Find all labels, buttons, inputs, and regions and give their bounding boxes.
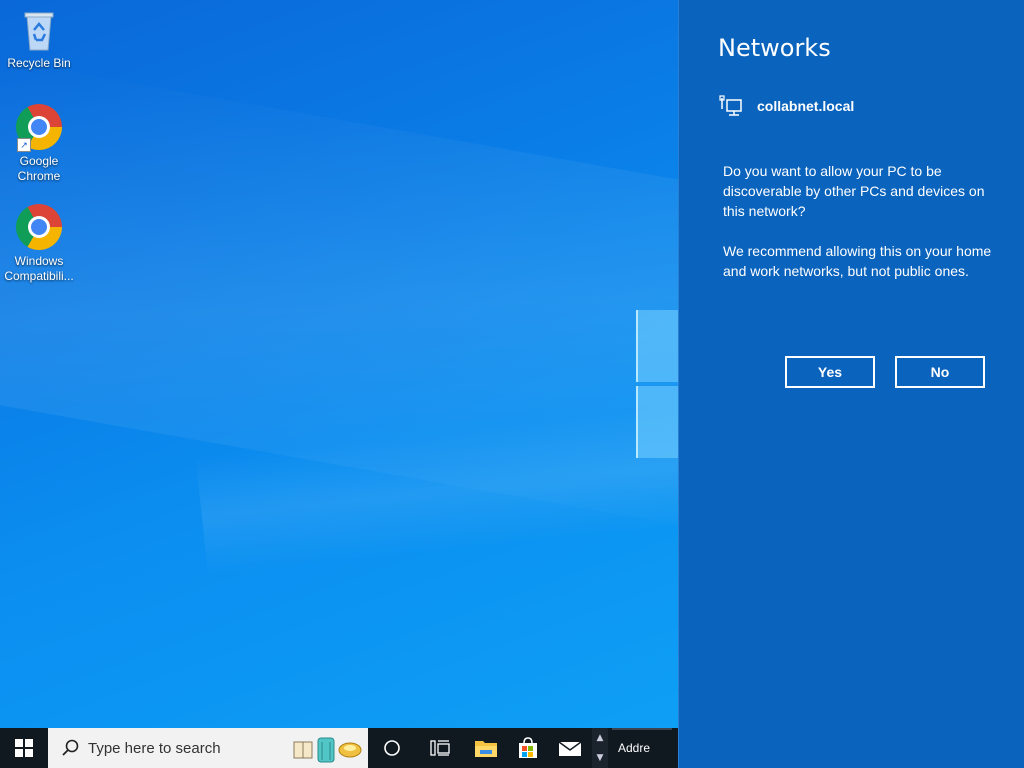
mail-button[interactable] (546, 728, 594, 768)
search-box[interactable]: Type here to search (48, 728, 368, 768)
panel-title: Networks (718, 34, 831, 62)
file-explorer-button[interactable] (462, 728, 510, 768)
task-view-icon (430, 740, 450, 756)
desktop-wallpaper[interactable]: Recycle Bin ↗ Google Chrome Windows Comp… (0, 0, 678, 728)
chrome-icon (15, 204, 63, 252)
desktop-icon-label: Recycle Bin (7, 56, 71, 70)
desktop-icon-label: Compatibili... (4, 269, 74, 283)
search-placeholder: Type here to search (88, 739, 221, 757)
networks-panel: Networks collabnet.local Do you want to … (678, 0, 1024, 768)
cortana-button[interactable] (368, 728, 416, 768)
screen: Recycle Bin ↗ Google Chrome Windows Comp… (0, 0, 1024, 768)
windows-logo-icon (15, 739, 33, 757)
chevron-up-icon[interactable]: ▲ (592, 728, 608, 748)
discoverable-question: Do you want to allow your PC to be disco… (723, 163, 985, 219)
search-icon (62, 739, 79, 756)
address-label: Addre (618, 741, 651, 755)
wired-network-icon (719, 95, 742, 116)
no-button[interactable]: No (895, 356, 985, 388)
shortcut-arrow-icon: ↗ (17, 138, 31, 152)
chevron-down-icon[interactable]: ▼ (592, 748, 608, 768)
file-explorer-icon (475, 741, 497, 757)
desktop-icon-label: Windows (14, 254, 64, 268)
mail-icon (558, 741, 582, 756)
recycle-bin-icon (15, 6, 63, 54)
desktop-icon-windows-compatibility[interactable]: Windows Compatibili... (0, 204, 78, 284)
search-highlight-icon[interactable] (292, 732, 364, 764)
address-toolbar[interactable]: Addre (612, 728, 678, 768)
desktop-icon-recycle-bin[interactable]: Recycle Bin (0, 6, 78, 71)
chrome-icon: ↗ (15, 104, 63, 152)
wallpaper-logo-pane (636, 310, 678, 382)
desktop-icon-google-chrome[interactable]: ↗ Google Chrome (0, 104, 78, 184)
network-item: collabnet.local (719, 94, 854, 118)
toolbar-scroll-chevrons[interactable]: ▲ ▼ (592, 728, 608, 768)
network-name: collabnet.local (757, 98, 855, 114)
recommendation-text: We recommend allowing this on your home … (723, 243, 992, 279)
start-button[interactable] (0, 728, 48, 768)
desktop-icon-label: Chrome (17, 169, 61, 183)
microsoft-store-icon (519, 737, 537, 758)
taskbar: Type here to search ▲ ▼ Addre (0, 728, 683, 768)
yes-button[interactable]: Yes (785, 356, 875, 388)
cortana-icon (384, 740, 400, 756)
wallpaper-logo-pane (636, 386, 678, 458)
desktop-icon-label: Google (19, 154, 59, 168)
microsoft-store-button[interactable] (504, 728, 552, 768)
task-view-button[interactable] (416, 728, 464, 768)
